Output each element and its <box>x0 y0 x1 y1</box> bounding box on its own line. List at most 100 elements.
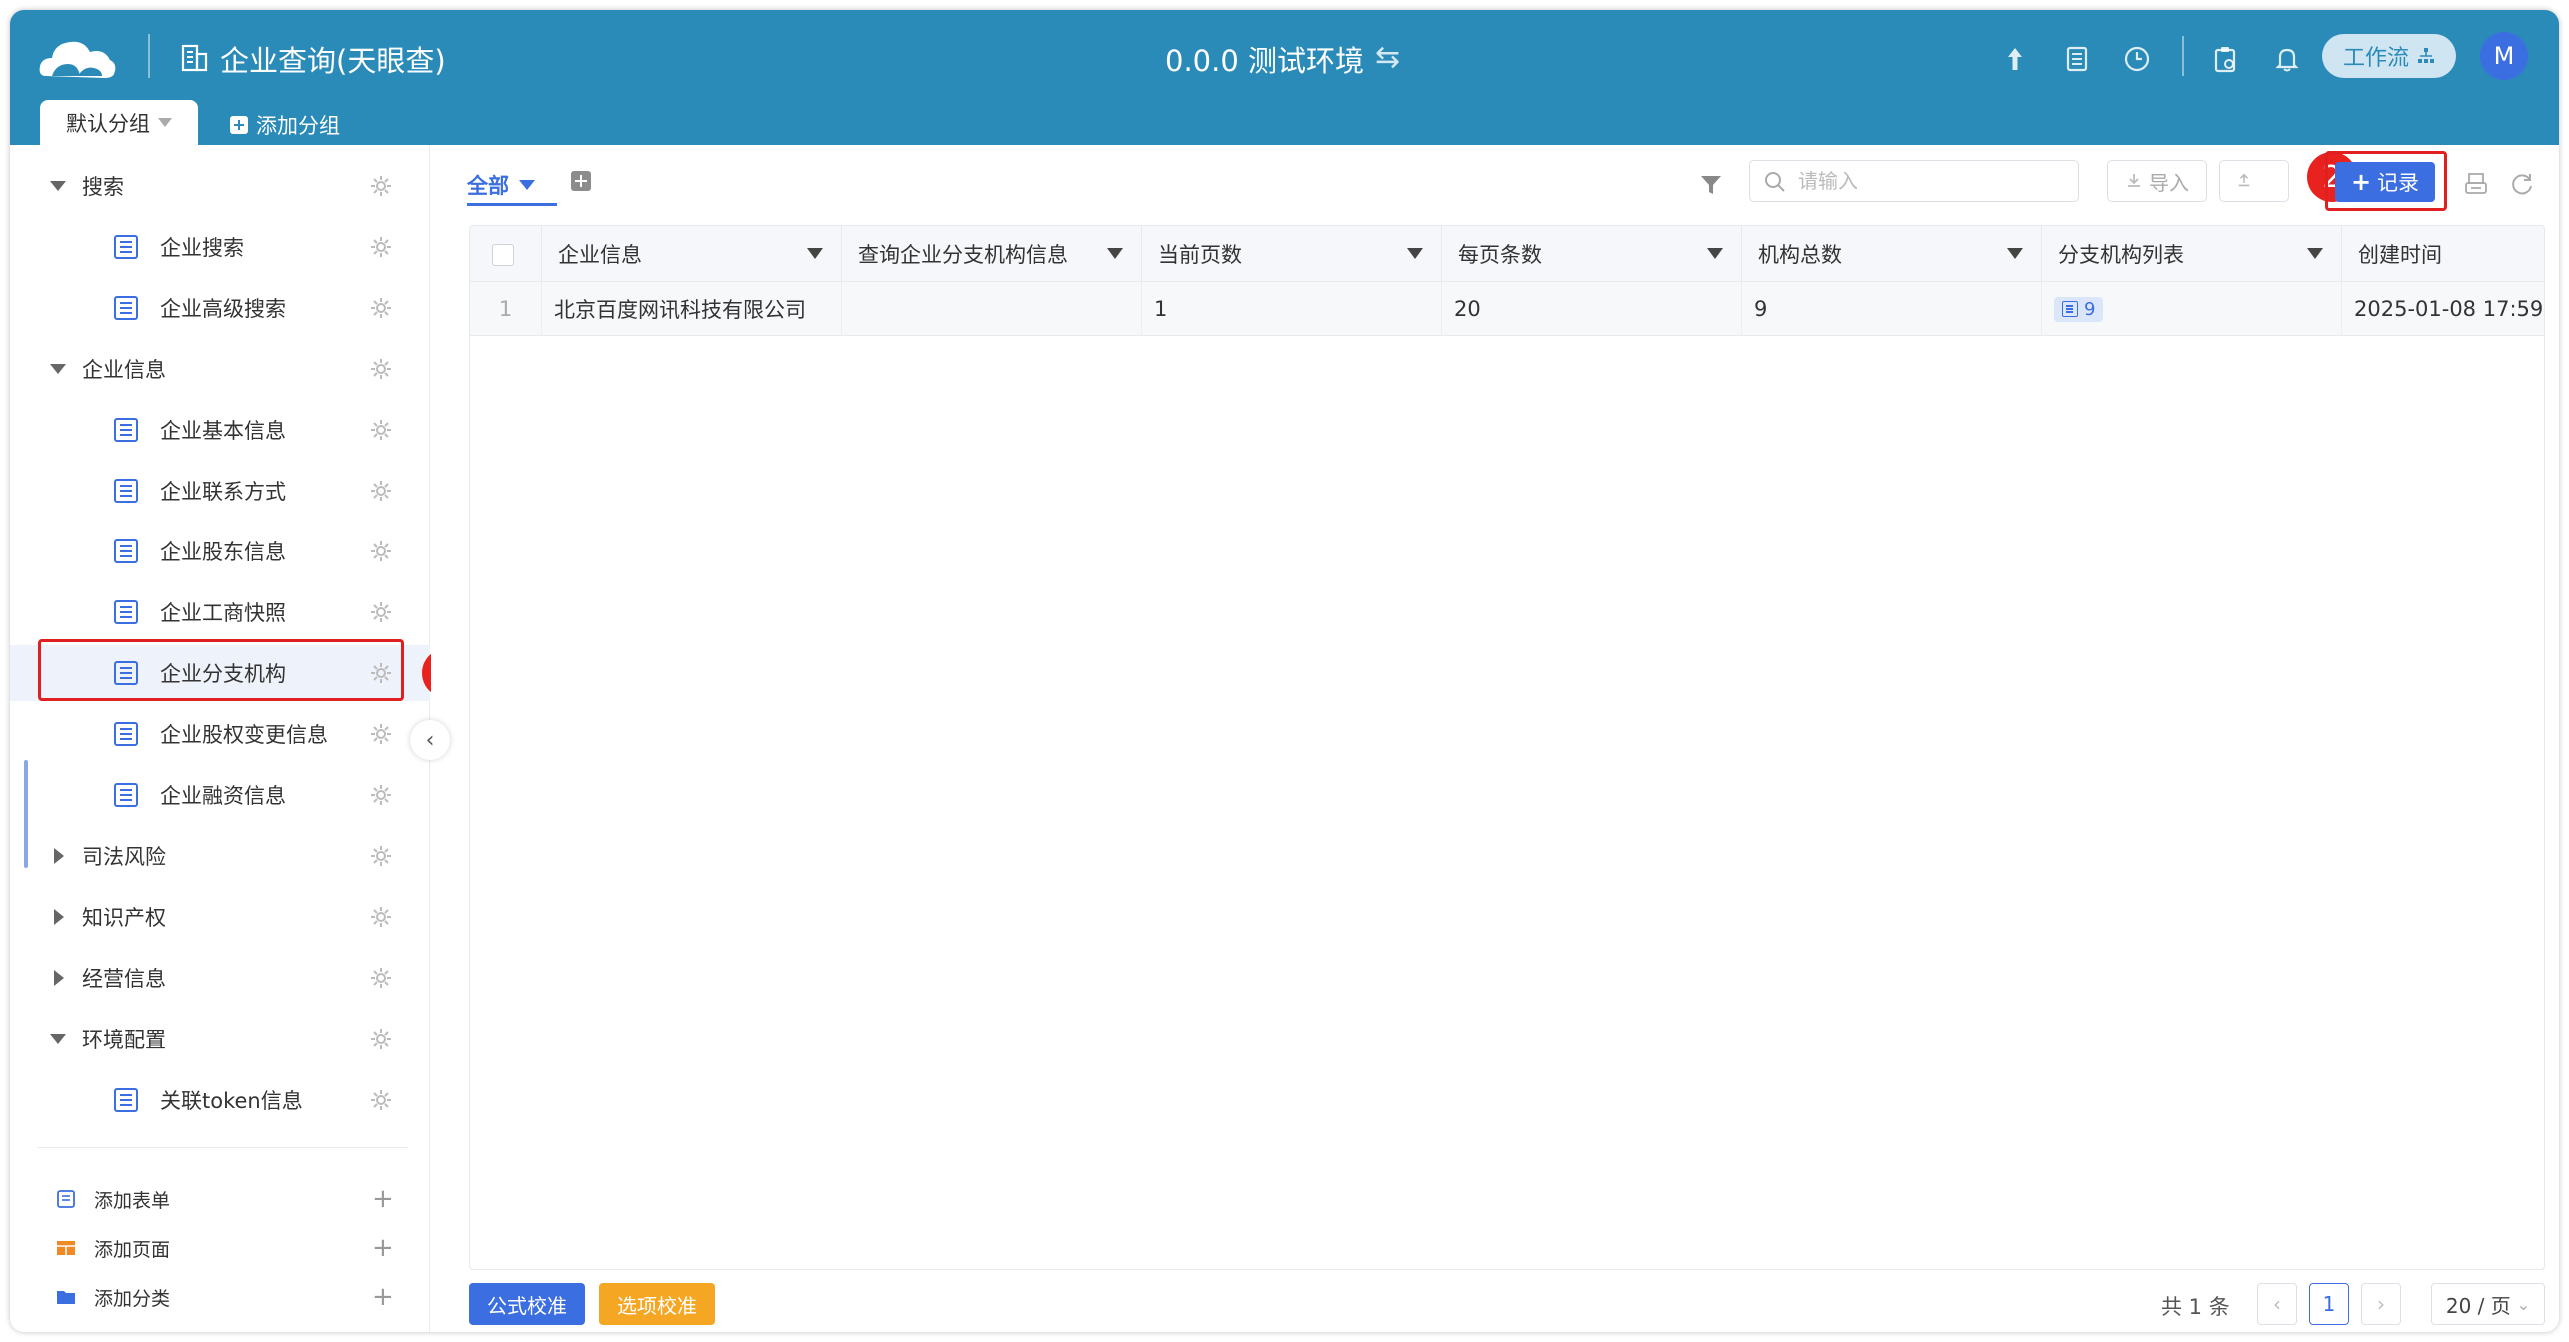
settings-gear-icon[interactable] <box>370 967 392 989</box>
table-cell[interactable]: 2025-01-08 17:59: <box>2342 282 2544 336</box>
view-tab-all[interactable]: 全部 <box>467 165 535 205</box>
settings-gear-icon[interactable] <box>370 419 392 441</box>
table-cell[interactable]: 9 <box>2042 282 2342 336</box>
table-cell[interactable]: 9 <box>1742 282 2042 336</box>
table-cell[interactable]: 1 <box>1142 282 1442 336</box>
sidebar-folder[interactable]: 搜索 <box>10 158 430 214</box>
add-record-button[interactable]: + 记录 <box>2335 162 2435 202</box>
column-header[interactable]: 企业信息 <box>542 226 842 282</box>
sidebar-item[interactable]: 企业股东信息 <box>10 523 430 579</box>
settings-gear-icon[interactable] <box>370 236 392 258</box>
plus-icon[interactable]: + <box>372 1184 394 1214</box>
settings-gear-icon[interactable] <box>370 601 392 623</box>
sidebar-folder-label: 企业信息 <box>82 357 166 382</box>
refresh-icon[interactable] <box>2509 171 2535 197</box>
settings-gear-icon[interactable] <box>370 1089 392 1111</box>
column-menu-icon[interactable] <box>2307 248 2323 259</box>
clipboard-icon[interactable] <box>2210 44 2240 74</box>
filter-icon[interactable] <box>1699 173 1723 197</box>
column-header[interactable]: 机构总数 <box>1742 226 2042 282</box>
settings-gear-icon[interactable] <box>370 784 392 806</box>
sidebar-folder[interactable]: 经营信息 <box>10 950 430 1006</box>
caret-down-icon[interactable] <box>50 181 66 191</box>
sidebar-item[interactable]: 企业基本信息 <box>10 402 430 458</box>
column-header[interactable]: 分支机构列表 <box>2042 226 2342 282</box>
environment-title[interactable]: 0.0.0 测试环境 <box>1165 38 1364 80</box>
plus-icon[interactable]: + <box>372 1282 394 1312</box>
column-menu-icon[interactable] <box>2007 248 2023 259</box>
export-button[interactable] <box>2219 160 2289 202</box>
add-view-icon[interactable] <box>571 171 591 191</box>
sidebar-item[interactable]: 关联token信息 <box>10 1072 430 1128</box>
subtable-count-chip[interactable]: 9 <box>2054 296 2104 322</box>
add-group-button[interactable]: 添加分组 <box>230 110 340 140</box>
column-menu-icon[interactable] <box>1707 248 1723 259</box>
next-page-button[interactable]: › <box>2361 1283 2401 1325</box>
sidebar-folder[interactable]: 企业信息 <box>10 341 430 397</box>
table-cell[interactable]: 北京百度网讯科技有限公司 <box>542 282 842 336</box>
chevron-right-icon: › <box>2377 1292 2385 1316</box>
settings-gear-icon[interactable] <box>370 480 392 502</box>
group-tab-label: 默认分组 <box>66 111 150 136</box>
table-row[interactable]: 1 北京百度网讯科技有限公司 1 20 9 9 2025-01-08 17:59… <box>470 282 2544 336</box>
column-menu-icon[interactable] <box>807 248 823 259</box>
publish-upload-icon[interactable] <box>2000 44 2030 74</box>
settings-gear-icon[interactable] <box>370 1028 392 1050</box>
search-input[interactable] <box>1798 169 2068 193</box>
settings-gear-icon[interactable] <box>370 297 392 319</box>
workflow-button[interactable]: 工作流 <box>2322 34 2456 78</box>
column-menu-icon[interactable] <box>1107 248 1123 259</box>
sidebar-item[interactable]: 企业高级搜索 <box>10 280 430 336</box>
sidebar-item[interactable]: 企业股权变更信息 <box>10 706 430 762</box>
import-button[interactable]: 导入 <box>2107 160 2207 202</box>
table-cell[interactable]: 20 <box>1442 282 1742 336</box>
sidebar-item[interactable]: 企业融资信息 <box>10 767 430 823</box>
document-list-icon[interactable] <box>2062 44 2092 74</box>
option-calibration-button[interactable]: 选项校准 <box>599 1283 715 1325</box>
settings-gear-icon[interactable] <box>370 906 392 928</box>
page-number-current[interactable]: 1 <box>2309 1283 2349 1325</box>
caret-right-icon[interactable] <box>54 847 64 864</box>
settings-gear-icon[interactable] <box>370 723 392 745</box>
download-icon <box>2128 174 2140 187</box>
workflow-label: 工作流 <box>2342 46 2409 71</box>
settings-gear-icon[interactable] <box>370 175 392 197</box>
select-all-checkbox[interactable] <box>492 244 514 266</box>
sidebar-footer-action[interactable]: 添加分类 + <box>46 1277 406 1317</box>
column-header[interactable]: 每页条数 <box>1442 226 1742 282</box>
sidebar-folder[interactable]: 司法风险 <box>10 828 430 884</box>
swap-environment-icon[interactable]: ⇆ <box>1375 40 1400 75</box>
plus-icon[interactable]: + <box>372 1233 394 1263</box>
sidebar-item[interactable]: 企业工商快照 <box>10 584 430 640</box>
sidebar-footer-action[interactable]: 添加表单 + <box>46 1179 406 1219</box>
table-cell[interactable] <box>842 282 1142 336</box>
caret-down-icon[interactable] <box>50 1033 66 1044</box>
formula-calibration-button[interactable]: 公式校准 <box>469 1283 585 1325</box>
settings-gear-icon[interactable] <box>370 845 392 867</box>
sidebar-footer-action[interactable]: 添加页面 + <box>46 1228 406 1268</box>
sidebar-item[interactable]: 企业联系方式 <box>10 463 430 519</box>
print-icon[interactable] <box>2463 171 2489 197</box>
sidebar-folder[interactable]: 知识产权 <box>10 889 430 945</box>
column-header[interactable]: 创建时间 <box>2342 226 2544 282</box>
prev-page-button[interactable]: ‹ <box>2257 1283 2297 1325</box>
history-clock-icon[interactable] <box>2122 44 2152 74</box>
caret-right-icon[interactable] <box>54 908 64 925</box>
collapse-sidebar-button[interactable]: ‹ <box>410 720 450 760</box>
column-header[interactable]: 当前页数 <box>1142 226 1442 282</box>
user-avatar[interactable]: M <box>2480 32 2528 80</box>
sidebar-item[interactable]: 企业搜索 <box>10 219 430 275</box>
column-menu-icon[interactable] <box>1407 248 1423 259</box>
notification-bell-icon[interactable] <box>2272 44 2302 74</box>
sidebar-folder[interactable]: 环境配置 <box>10 1011 430 1067</box>
logo-icon[interactable] <box>38 30 118 86</box>
search-field[interactable] <box>1749 160 2079 202</box>
settings-gear-icon[interactable] <box>370 540 392 562</box>
group-tab-default[interactable]: 默认分组 <box>40 100 198 145</box>
caret-down-icon[interactable] <box>50 363 66 374</box>
caret-right-icon[interactable] <box>54 969 64 986</box>
page-size-select[interactable]: 20 / 页 ⌄ <box>2431 1283 2545 1325</box>
settings-gear-icon[interactable] <box>370 358 392 380</box>
app-title[interactable]: 企业查询(天眼查) <box>220 38 446 80</box>
column-header[interactable]: 查询企业分支机构信息 <box>842 226 1142 282</box>
